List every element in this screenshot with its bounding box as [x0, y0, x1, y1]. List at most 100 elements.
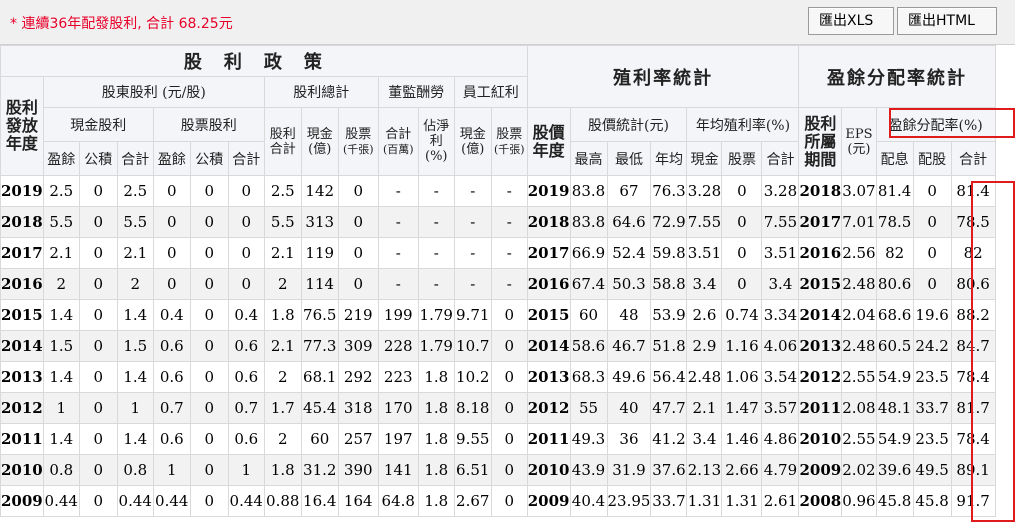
table-cell: 1.79	[417, 330, 455, 362]
table-cell: 66.9	[569, 237, 608, 269]
table-cell: 45.8	[912, 485, 952, 517]
table-cell: 78.4	[950, 361, 996, 393]
table-cell: 0	[490, 330, 528, 362]
export-xls-button[interactable]: 匯出XLS	[808, 7, 894, 35]
header-payout-stats: 盈餘分配率統計	[798, 45, 996, 108]
table-cell: 2.1	[686, 392, 723, 424]
table-cell: 2016	[798, 237, 843, 269]
table-cell: 0	[78, 175, 118, 207]
table-cell: 2015	[798, 268, 843, 300]
table-cell: 0	[78, 237, 118, 269]
dividend-table: 股利政策 殖利率統計 盈餘分配率統計 股利發放年度 股東股利 (元/股) 股利總…	[0, 45, 996, 517]
table-cell: 1.7	[263, 392, 302, 424]
table-cell: 0	[189, 454, 229, 486]
table-cell: 2.1	[116, 237, 154, 269]
table-cell: 3.34	[761, 299, 800, 331]
table-cell: -	[377, 206, 419, 238]
header-stock-amount-label: 股票	[345, 126, 372, 142]
table-cell: 2.1	[263, 237, 302, 269]
header-employee-bonus: 員工紅利	[453, 76, 528, 108]
table-cell: 2008	[798, 485, 843, 517]
table-cell: 0	[912, 237, 952, 269]
table-cell: 2014	[526, 330, 571, 362]
header-employee-stock-label: 股票	[496, 126, 523, 142]
table-cell: 1.4	[116, 299, 154, 331]
table-cell: 309	[337, 330, 379, 362]
header-dividend-year: 股利發放年度	[0, 76, 44, 176]
table-cell: 1.4	[116, 423, 154, 455]
table-cell: 0	[337, 175, 379, 207]
table-cell: 1.8	[417, 485, 455, 517]
table-cell: 2.5	[42, 175, 80, 207]
table-cell: 68.1	[300, 361, 339, 393]
table-cell: 2017	[0, 237, 44, 269]
table-cell: 2.04	[841, 299, 877, 331]
table-cell: 228	[377, 330, 419, 362]
table-cell: 292	[337, 361, 379, 393]
table-cell: 81.4	[875, 175, 914, 207]
table-cell: 1.5	[116, 330, 154, 362]
table-cell: 0.44	[152, 485, 191, 517]
table-cell: 0	[78, 361, 118, 393]
table-cell: -	[490, 268, 528, 300]
table-cell: 3.51	[761, 237, 800, 269]
table-cell: 2011	[0, 423, 44, 455]
table-cell: 81.7	[950, 392, 996, 424]
table-cell: 1.4	[42, 299, 80, 331]
table-cell: 31.9	[606, 454, 652, 486]
table-cell: -	[377, 237, 419, 269]
export-html-button[interactable]: 匯出HTML	[897, 7, 997, 35]
table-cell: 0	[490, 299, 528, 331]
header-stock-total: 合計	[227, 141, 265, 176]
table-cell: 53.9	[650, 299, 688, 331]
table-cell: 223	[377, 361, 419, 393]
table-cell: 0	[78, 485, 118, 517]
table-cell: 0	[189, 237, 229, 269]
table-cell: 36	[606, 423, 652, 455]
table-cell: 64.8	[377, 485, 419, 517]
table-cell: 0	[490, 392, 528, 424]
table-cell: 37.6	[650, 454, 688, 486]
table-cell: 2010	[0, 454, 44, 486]
table-cell: 2010	[798, 423, 843, 455]
table-cell: 7.55	[686, 206, 723, 238]
header-shareholder-dividend: 股東股利 (元/股)	[42, 76, 265, 108]
table-cell: 119	[300, 237, 339, 269]
table-cell: 2012	[798, 361, 843, 393]
table-cell: 0	[227, 268, 265, 300]
table-cell: -	[417, 175, 455, 207]
table-cell: 1.8	[417, 454, 455, 486]
table-cell: 2	[263, 361, 302, 393]
table-cell: 0	[78, 299, 118, 331]
table-cell: 54.9	[875, 361, 914, 393]
table-cell: 1.8	[417, 361, 455, 393]
header-dividend-total-group: 股利總計	[263, 76, 379, 108]
table-cell: 0	[78, 268, 118, 300]
table-cell: 170	[377, 392, 419, 424]
table-cell: 80.6	[950, 268, 996, 300]
header-dividend-sum: 股利合計	[263, 107, 302, 176]
table-row: 2012 1 0 1 0.7 0 0.7 1.7 45.4 318 170 1.8 8.18 0 2012 5…	[0, 392, 996, 424]
table-cell: 0	[189, 268, 229, 300]
table-cell: 78.5	[950, 206, 996, 238]
header-employee-stock: 股票 (千張)	[490, 107, 528, 176]
table-cell: 1	[116, 392, 154, 424]
table-cell: 3.4	[686, 268, 723, 300]
table-cell: 2015	[526, 299, 571, 331]
table-cell: 1.4	[116, 361, 154, 393]
table-cell: 33.7	[912, 392, 952, 424]
table-cell: 2013	[0, 361, 44, 393]
table-cell: 83.8	[569, 206, 608, 238]
table-cell: 58.8	[650, 268, 688, 300]
table-cell: 2013	[526, 361, 571, 393]
table-cell: 0	[78, 392, 118, 424]
table-cell: 16.4	[300, 485, 339, 517]
table-body: 2019 2.5 0 2.5 0 0 0 2.5 142 0- - - -2019 83.8 67 76.3 3…	[0, 175, 996, 517]
header-payout-total: 合計	[950, 141, 996, 176]
table-cell: 2.08	[841, 392, 877, 424]
table-cell: 390	[337, 454, 379, 486]
table-cell: 0	[721, 175, 763, 207]
table-cell: 56.4	[650, 361, 688, 393]
table-cell: 84.7	[950, 330, 996, 362]
table-cell: 8.18	[453, 392, 492, 424]
